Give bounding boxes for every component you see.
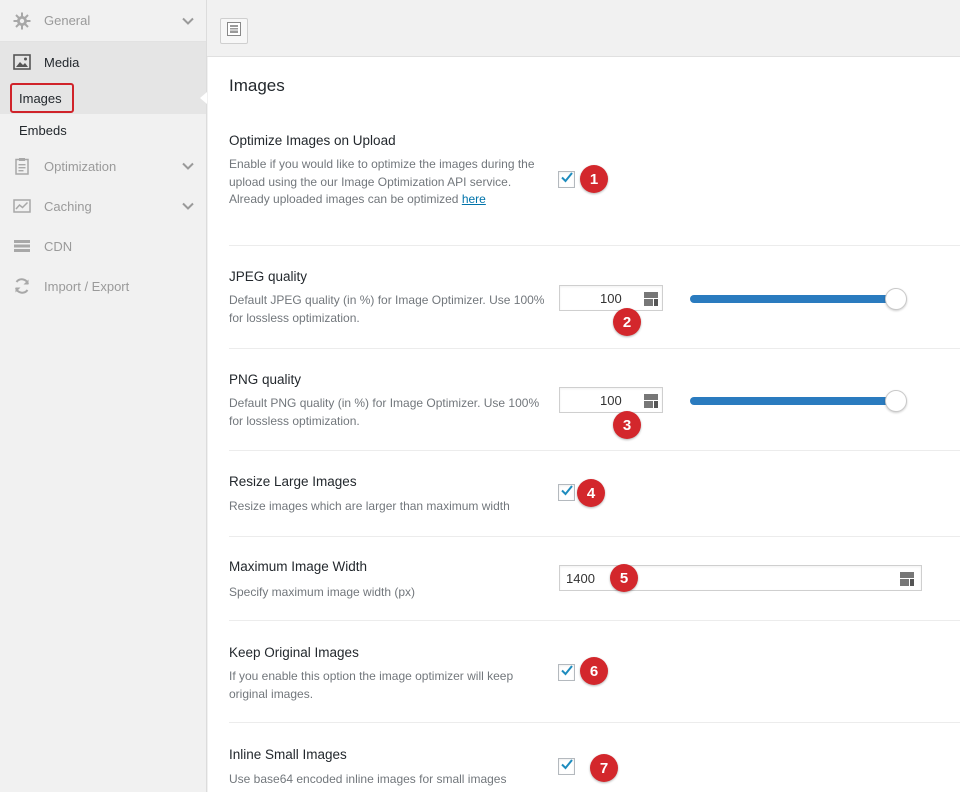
active-indicator (200, 92, 207, 104)
setting-description: If you enable this option the image opti… (229, 669, 514, 701)
setting-title: Optimize Images on Upload (229, 133, 396, 148)
input-value: 1400 (566, 571, 595, 586)
settings-panel: Images Optimize Images on Upload Enable … (208, 57, 960, 792)
resize-large-images-checkbox[interactable] (558, 484, 575, 501)
sidebar-item-label: Media (44, 54, 80, 70)
annotation-badge: 3 (613, 411, 641, 439)
annotation-badge: 6 (580, 657, 608, 685)
setting-title: PNG quality (229, 372, 302, 387)
checkmark-icon (560, 757, 574, 776)
setting-title: Inline Small Images (229, 747, 347, 762)
sidebar-item-label: Import / Export (44, 278, 130, 294)
setting-description: Default PNG quality (in %) for Image Opt… (229, 396, 540, 428)
setting-description-text: Enable if you would like to optimize the… (229, 157, 535, 206)
sidebar-item-general[interactable]: General (0, 0, 206, 42)
setting-resize-large-images: Resize Large Images Resize images which … (229, 451, 960, 537)
setting-title: Resize Large Images (229, 474, 357, 489)
refresh-icon (12, 277, 32, 295)
annotation-badge: 5 (610, 564, 638, 592)
annotation-badge: 4 (577, 479, 605, 507)
spinner-icon[interactable] (643, 291, 659, 307)
spinner-icon[interactable] (643, 393, 659, 409)
jpeg-quality-input[interactable]: 100 (559, 285, 663, 311)
setting-maximum-image-width: Maximum Image Width Specify maximum imag… (229, 537, 960, 621)
sidebar-item-label: Optimization (44, 158, 117, 174)
sidebar-item-label: General (44, 13, 91, 28)
jpeg-quality-slider-track[interactable] (690, 295, 896, 303)
sidebar-item-optimization[interactable]: Optimization (0, 146, 206, 186)
sidebar-item-import-export[interactable]: Import / Export (0, 266, 206, 306)
sidebar-subitem-images-row: Images (0, 82, 207, 114)
sidebar-toggle-button[interactable] (220, 18, 248, 44)
sidebar-subitem-label: Images (19, 90, 62, 106)
chevron-down-icon (180, 198, 196, 214)
input-value: 100 (600, 393, 622, 408)
png-quality-input[interactable]: 100 (559, 387, 663, 413)
spinner-icon[interactable] (899, 571, 915, 587)
sidebar-subitem-label: Embeds (19, 122, 67, 138)
setting-description: Resize images which are larger than maxi… (229, 499, 510, 513)
chevron-down-icon (180, 158, 196, 174)
sidebar-item-media[interactable]: Media (0, 42, 206, 82)
page-title: Images (229, 76, 285, 95)
top-toolbar (207, 0, 960, 57)
sidebar-subitem-embeds[interactable]: Embeds (0, 114, 206, 146)
chevron-down-icon (180, 13, 196, 29)
annotation-badge: 2 (613, 308, 641, 336)
keep-original-images-checkbox[interactable] (558, 664, 575, 681)
setting-optimize-on-upload: Optimize Images on Upload Enable if you … (229, 115, 960, 246)
setting-title: Keep Original Images (229, 645, 359, 660)
checkmark-icon (560, 170, 574, 189)
setting-description: Enable if you would like to optimize the… (229, 156, 549, 209)
setting-title: Maximum Image Width (229, 559, 368, 574)
image-icon (12, 53, 32, 71)
setting-title: JPEG quality (229, 269, 308, 284)
annotation-badge: 1 (580, 165, 608, 193)
checkmark-icon (560, 483, 574, 502)
setting-description: Specify maximum image width (px) (229, 585, 416, 599)
chart-line-icon (12, 197, 32, 215)
server-icon (12, 237, 32, 255)
checkmark-icon (560, 663, 574, 682)
png-quality-slider-handle[interactable] (885, 390, 907, 412)
png-quality-slider-track[interactable] (690, 397, 896, 405)
clipboard-icon (12, 157, 32, 175)
setting-inline-small-images: Inline Small Images Use base64 encoded i… (229, 723, 960, 792)
gear-icon (12, 12, 32, 30)
here-link[interactable]: here (462, 192, 486, 206)
setting-jpeg-quality: JPEG quality Default JPEG quality (in %)… (229, 246, 960, 349)
inline-small-images-checkbox[interactable] (558, 758, 575, 775)
sidebar-subitem-images[interactable]: Images (10, 83, 74, 113)
jpeg-quality-slider-handle[interactable] (885, 288, 907, 310)
panel-toggle-icon (227, 21, 241, 41)
sidebar: General Media Images Embeds Optimization… (0, 0, 207, 792)
sidebar-item-cdn[interactable]: CDN (0, 226, 206, 266)
optimize-on-upload-checkbox[interactable] (558, 171, 575, 188)
input-value: 100 (600, 291, 622, 306)
setting-keep-original-images: Keep Original Images If you enable this … (229, 621, 960, 723)
setting-description: Default JPEG quality (in %) for Image Op… (229, 293, 545, 325)
sidebar-item-label: Caching (44, 198, 92, 214)
setting-description: Use base64 encoded inline images for sma… (229, 772, 507, 786)
sidebar-item-label: CDN (44, 238, 73, 254)
setting-png-quality: PNG quality Default PNG quality (in %) f… (229, 349, 960, 451)
sidebar-item-caching[interactable]: Caching (0, 186, 206, 226)
annotation-badge: 7 (590, 754, 618, 782)
